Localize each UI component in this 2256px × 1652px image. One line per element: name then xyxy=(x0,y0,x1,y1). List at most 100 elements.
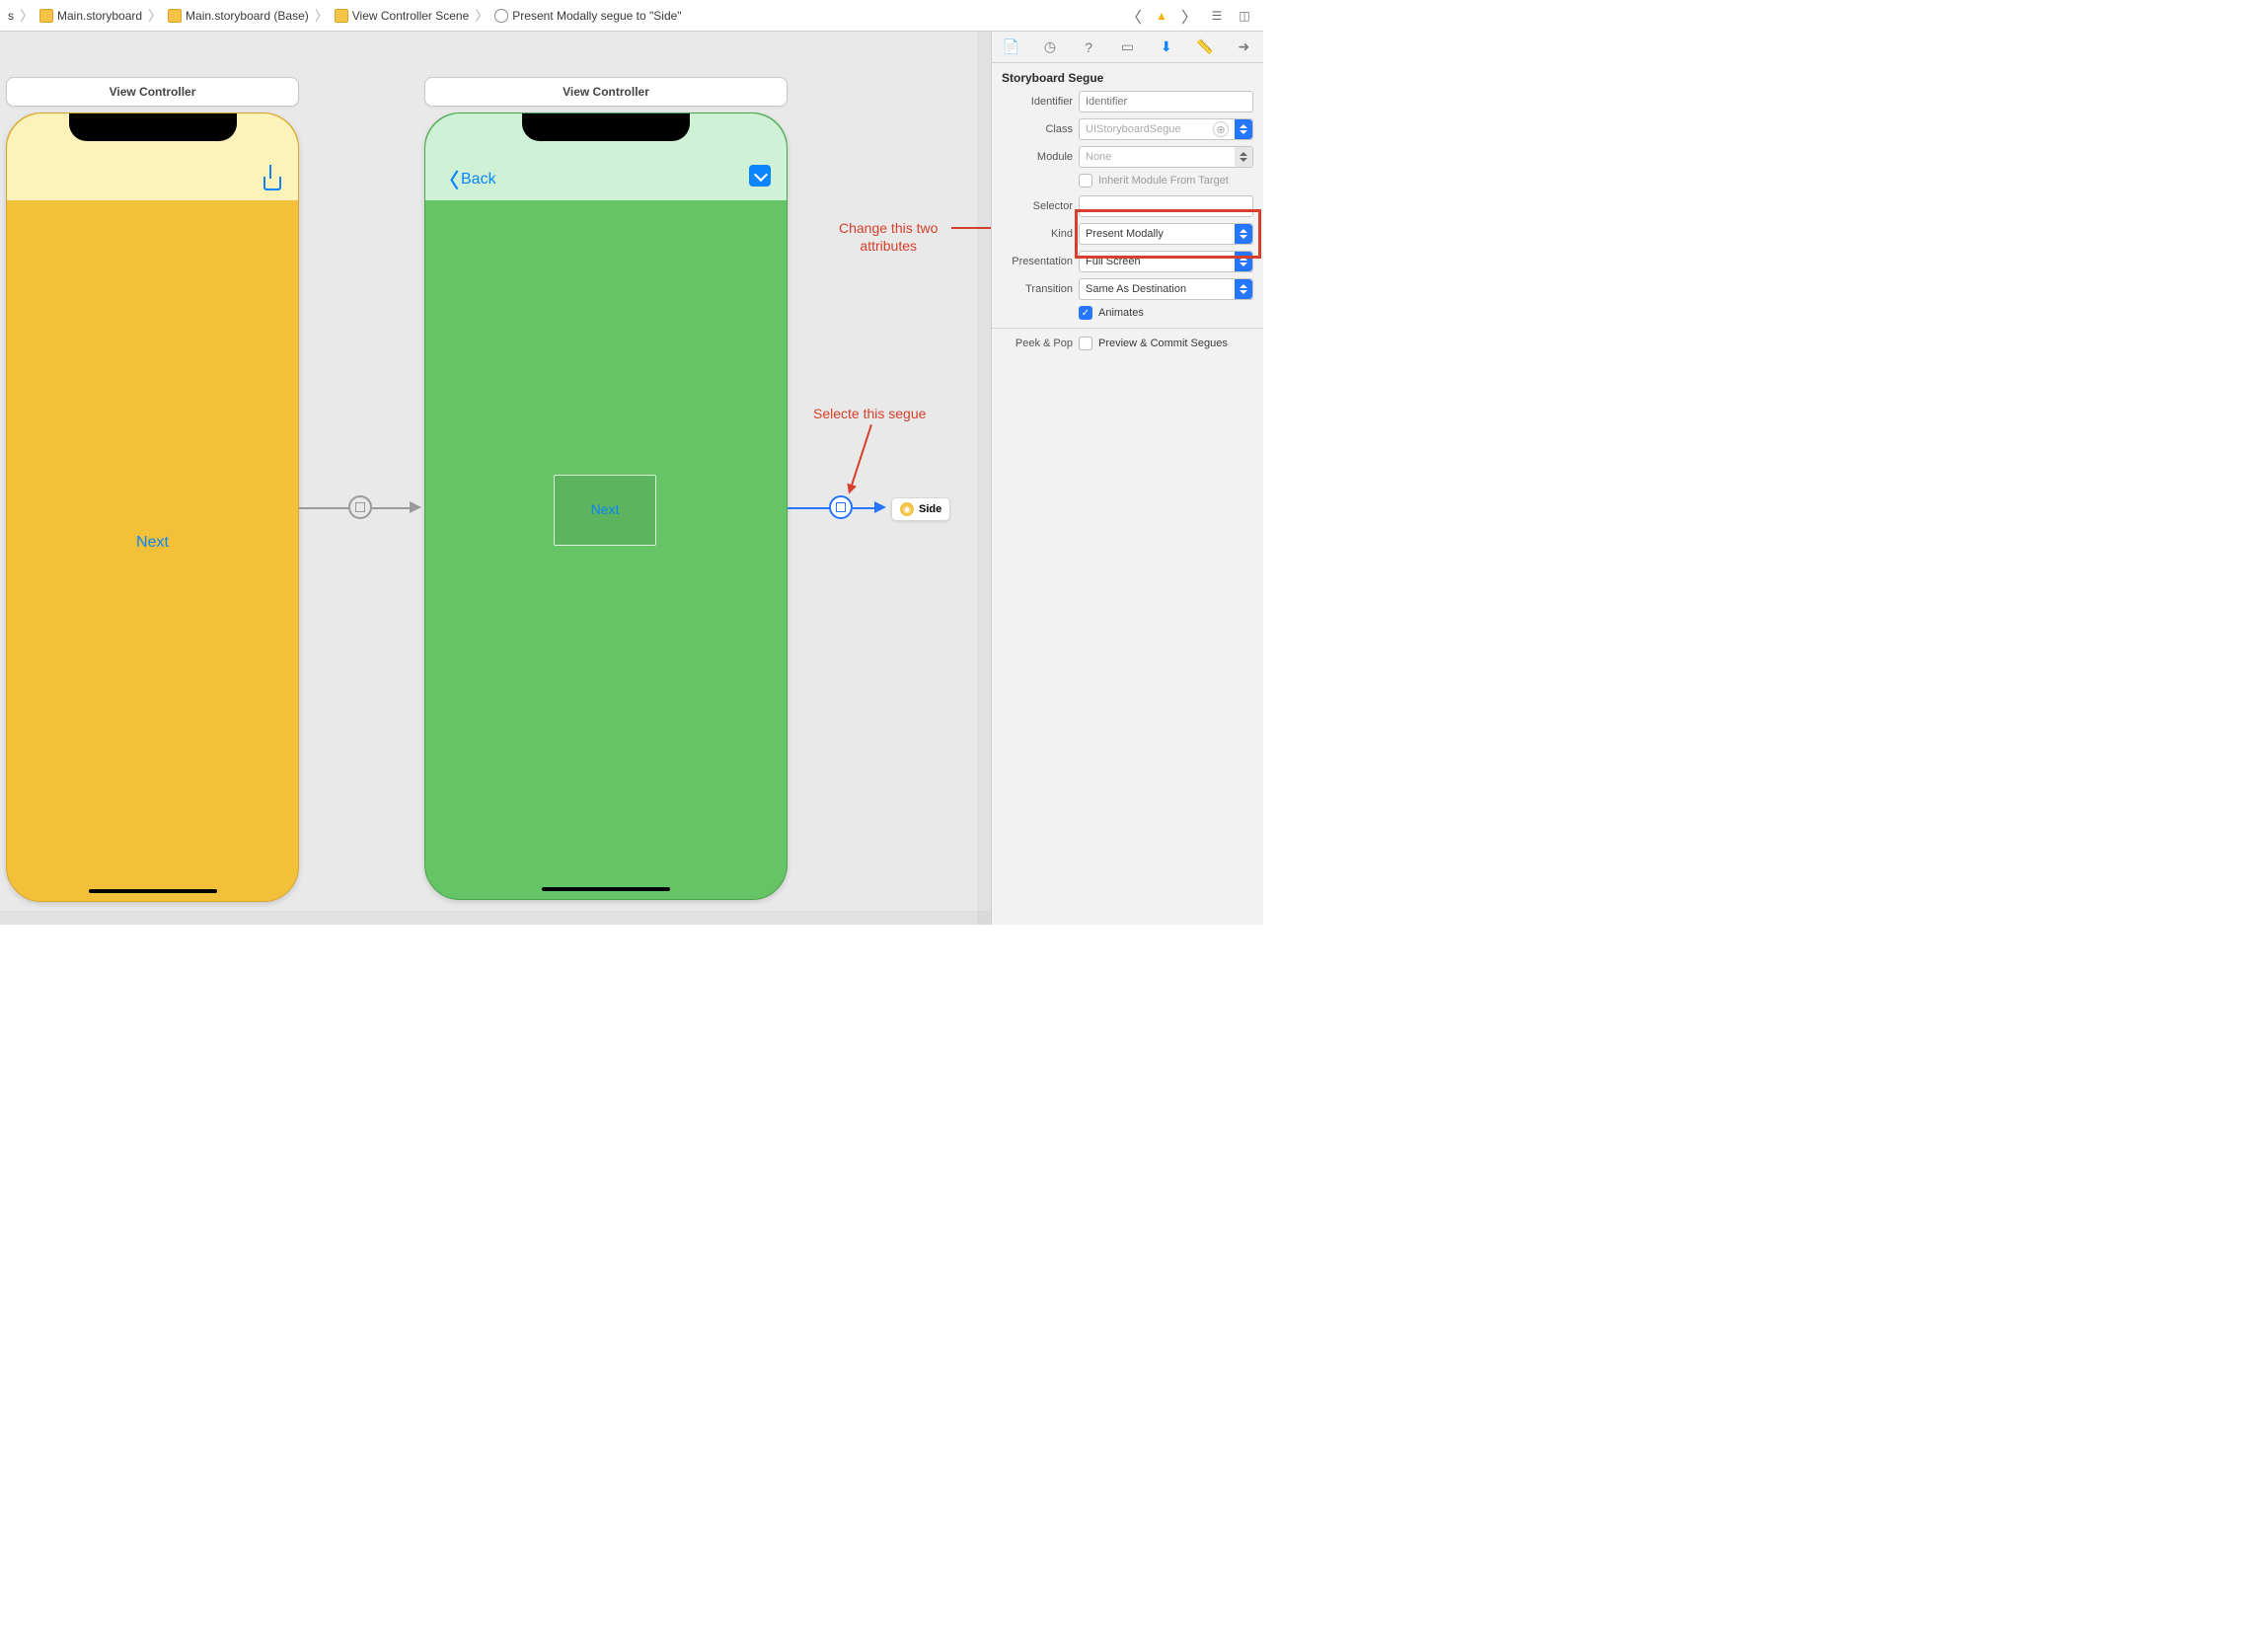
identity-inspector-tab[interactable]: ▭ xyxy=(1116,37,1138,58)
inspector-panel: 📄 ◷ ? ▭ ⬇ 📏 ➜ Storyboard Segue Identifie… xyxy=(991,32,1263,925)
crumb-scene[interactable]: View Controller Scene xyxy=(331,9,474,23)
assistant-editor-icon[interactable]: ◫ xyxy=(1236,7,1253,25)
class-add-button[interactable]: ⊕ xyxy=(1213,121,1229,137)
module-label: Module xyxy=(1002,151,1073,163)
breadcrumb-sep: 〉 xyxy=(473,6,490,26)
scene1-next-button[interactable]: Next xyxy=(136,534,169,552)
scene2-download-button[interactable] xyxy=(749,165,771,187)
warning-icon[interactable]: ▲ xyxy=(1153,7,1170,25)
breadcrumb-sep: 〉 xyxy=(313,6,331,26)
breadcrumb-sep: 〉 xyxy=(18,6,36,26)
segue-connector-2[interactable] xyxy=(788,507,831,509)
scene2-next-button[interactable]: Next xyxy=(591,501,620,517)
chevron-updown-icon xyxy=(1235,224,1252,244)
home-indicator xyxy=(89,889,217,893)
scene2-title-text: View Controller xyxy=(563,85,649,99)
crumb-text: Main.storyboard xyxy=(57,9,142,23)
chevron-updown-icon xyxy=(1235,147,1252,167)
crumb-main-storyboard[interactable]: Main.storyboard xyxy=(36,9,146,23)
transition-combo[interactable]: Same As Destination xyxy=(1079,278,1253,300)
history-back-button[interactable]: 〈 xyxy=(1125,7,1143,25)
topbar-right: 〈 ▲ 〉 ☰ ◫ xyxy=(1115,7,1263,25)
segue-node-selected[interactable] xyxy=(829,495,853,519)
connections-inspector-tab[interactable]: ➜ xyxy=(1233,37,1254,58)
device-notch xyxy=(522,113,690,141)
crumb-main-storyboard-base[interactable]: Main.storyboard (Base) xyxy=(164,9,313,23)
presentation-label: Presentation xyxy=(1002,256,1073,267)
animates-checkbox[interactable] xyxy=(1079,306,1092,320)
breadcrumb-bar: s 〉 Main.storyboard 〉 Main.storyboard (B… xyxy=(0,0,1263,32)
segue-glyph-icon xyxy=(836,502,846,512)
crumb-segue[interactable]: Present Modally segue to "Side" xyxy=(490,9,685,23)
inspector-body: Identifier Class UIStoryboardSegue ⊕ Mod… xyxy=(992,91,1263,366)
presentation-value: Full Screen xyxy=(1086,256,1141,267)
annotation-arrow xyxy=(851,424,872,487)
segue-connector-1 xyxy=(299,507,348,509)
transition-value: Same As Destination xyxy=(1086,283,1186,295)
scene1-title-bar[interactable]: View Controller xyxy=(6,77,299,107)
scene1-title-text: View Controller xyxy=(110,85,196,99)
arrowhead-icon xyxy=(874,501,886,513)
share-icon xyxy=(261,169,282,190)
crumb-text: View Controller Scene xyxy=(352,9,470,23)
class-label: Class xyxy=(1002,123,1073,135)
module-combo[interactable]: None xyxy=(1079,146,1253,168)
transition-label: Transition xyxy=(1002,283,1073,295)
scene-icon xyxy=(335,9,348,23)
side-scene-chip[interactable]: ◉ Side xyxy=(891,497,950,521)
segue-node-1[interactable] xyxy=(348,495,372,519)
breadcrumb-sep: 〉 xyxy=(146,6,164,26)
scene1-share-button[interactable] xyxy=(261,169,282,190)
animates-label: Animates xyxy=(1098,307,1144,319)
segue-connector-2b[interactable] xyxy=(853,507,876,509)
inherit-module-checkbox[interactable] xyxy=(1079,174,1092,188)
inspector-section-title: Storyboard Segue xyxy=(992,63,1263,91)
storyboard-canvas[interactable]: View Controller Next View Controller 〈 B… xyxy=(0,32,991,925)
scene2-device[interactable]: 〈 Back Next xyxy=(424,113,788,900)
inherit-module-label: Inherit Module From Target xyxy=(1098,175,1229,187)
file-inspector-tab[interactable]: 📄 xyxy=(1001,37,1022,58)
crumb-partial[interactable]: s xyxy=(4,9,18,23)
device-notch xyxy=(69,113,237,141)
scene2-title-bar[interactable]: View Controller xyxy=(424,77,788,107)
module-value: None xyxy=(1086,151,1111,163)
scene-dot-icon: ◉ xyxy=(900,502,914,516)
breadcrumbs: s 〉 Main.storyboard 〉 Main.storyboard (B… xyxy=(0,6,1115,26)
back-label: Back xyxy=(461,171,496,188)
chevron-updown-icon xyxy=(1235,119,1252,139)
scene2-back-button[interactable]: 〈 Back xyxy=(439,165,496,193)
kind-label: Kind xyxy=(1002,228,1073,240)
preview-commit-checkbox[interactable] xyxy=(1079,337,1092,350)
download-icon xyxy=(749,165,771,187)
chevron-left-icon: 〈 xyxy=(439,165,459,193)
history-inspector-tab[interactable]: ◷ xyxy=(1039,37,1061,58)
help-inspector-tab[interactable]: ? xyxy=(1078,37,1099,58)
segue-icon xyxy=(494,9,508,23)
kind-combo[interactable]: Present Modally xyxy=(1079,223,1253,245)
h-scrollbar[interactable] xyxy=(0,911,991,925)
outline-toggle-icon[interactable]: ☰ xyxy=(1208,7,1226,25)
storyboard-file-icon xyxy=(39,9,53,23)
selector-label: Selector xyxy=(1002,200,1073,212)
identifier-field[interactable] xyxy=(1079,91,1253,113)
selector-field[interactable] xyxy=(1079,195,1253,217)
scene2-container-view[interactable]: Next xyxy=(554,475,656,546)
crumb-text: Present Modally segue to "Side" xyxy=(512,9,681,23)
segue-connector-1b xyxy=(372,507,412,509)
annotation-attrs: Change this two attributes xyxy=(839,219,938,255)
crumb-text: s xyxy=(8,9,14,23)
class-combo[interactable]: UIStoryboardSegue ⊕ xyxy=(1079,118,1253,140)
scene1-device[interactable]: Next xyxy=(6,113,299,902)
chevron-updown-icon xyxy=(1235,252,1252,271)
history-forward-button[interactable]: 〉 xyxy=(1180,7,1198,25)
v-scrollbar[interactable] xyxy=(977,32,991,925)
size-inspector-tab[interactable]: 📏 xyxy=(1194,37,1216,58)
identifier-label: Identifier xyxy=(1002,96,1073,108)
arrowhead-icon xyxy=(410,501,421,513)
crumb-text: Main.storyboard (Base) xyxy=(186,9,309,23)
attributes-inspector-tab[interactable]: ⬇ xyxy=(1156,37,1177,58)
annotation-segue: Selecte this segue xyxy=(813,405,926,422)
chevron-updown-icon xyxy=(1235,279,1252,299)
presentation-combo[interactable]: Full Screen xyxy=(1079,251,1253,272)
home-indicator xyxy=(542,887,670,891)
